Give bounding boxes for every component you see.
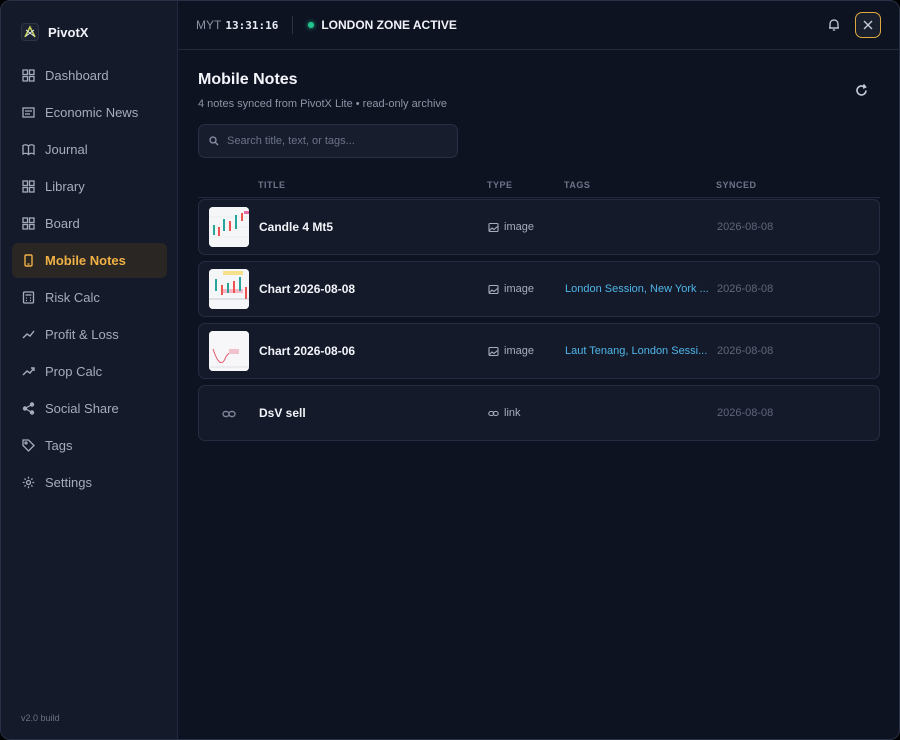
note-type-label: link: [504, 407, 521, 419]
note-synced-date: 2026-08-08: [717, 283, 774, 295]
note-tags: Laut Tenang, London Sessi...: [565, 345, 708, 357]
sidebar: PivotX Dashboard Economic News Journal L…: [1, 1, 178, 739]
sidebar-item-label: Economic News: [45, 105, 139, 120]
sidebar-item-label: Mobile Notes: [45, 253, 126, 268]
image-icon: [488, 284, 499, 294]
sidebar-item-library[interactable]: Library: [12, 169, 167, 204]
note-tags: London Session, New York ...: [565, 283, 709, 295]
timezone-label: MYT: [196, 18, 222, 32]
sidebar-item-prop-calc[interactable]: Prop Calc: [12, 354, 167, 389]
sidebar-item-label: Social Share: [45, 401, 119, 416]
column-header-type[interactable]: TYPE: [487, 180, 513, 190]
brand-name: PivotX: [48, 24, 89, 40]
search-icon: [209, 136, 219, 146]
page-subtitle: 4 notes synced from PivotX Lite • read-o…: [198, 98, 448, 110]
note-type: link: [488, 407, 521, 419]
column-header-synced[interactable]: SYNCED: [716, 180, 757, 190]
column-header-title[interactable]: TITLE: [258, 180, 286, 190]
note-title: DsV sell: [259, 406, 306, 420]
close-icon: [863, 20, 873, 30]
library-icon: [22, 180, 35, 193]
search-box[interactable]: [198, 124, 458, 158]
mobile-icon: [24, 254, 33, 267]
table-row[interactable]: DsV sell link 2026-08-08: [198, 385, 880, 441]
trend-up-icon: [22, 367, 35, 376]
sidebar-item-label: Board: [45, 216, 80, 231]
sidebar-item-label: Library: [45, 179, 85, 194]
note-type-label: image: [504, 221, 534, 233]
brand[interactable]: PivotX: [21, 23, 88, 41]
gear-icon: [22, 476, 35, 489]
trend-icon: [22, 330, 35, 339]
clock: MYT 13:31:16: [196, 18, 278, 32]
sidebar-item-risk-calc[interactable]: Risk Calc: [12, 280, 167, 315]
table-row[interactable]: Chart 2026-08-08 image London Session, N…: [198, 261, 880, 317]
clock-time: 13:31:16: [225, 19, 279, 32]
note-synced-date: 2026-08-08: [717, 407, 774, 419]
image-icon: [488, 346, 499, 356]
sidebar-item-dashboard[interactable]: Dashboard: [12, 58, 167, 93]
bell-icon[interactable]: [827, 18, 841, 32]
sidebar-item-mobile-notes[interactable]: Mobile Notes: [12, 243, 167, 278]
sidebar-item-settings[interactable]: Settings: [12, 465, 167, 500]
page-title: Mobile Notes: [198, 71, 298, 88]
version-label: v2.0 build: [21, 713, 60, 723]
dashboard-icon: [22, 69, 35, 82]
share-icon: [22, 402, 35, 415]
session-status: LONDON ZONE ACTIVE: [308, 18, 457, 32]
note-type-label: image: [504, 283, 534, 295]
note-title: Chart 2026-08-06: [259, 344, 356, 358]
sidebar-item-label: Prop Calc: [45, 364, 103, 379]
top-bar: MYT 13:31:16 LONDON ZONE ACTIVE: [178, 1, 899, 50]
divider: [292, 16, 294, 34]
note-title: Chart 2026-08-08: [259, 282, 356, 296]
board-icon: [22, 217, 35, 230]
note-type: image: [488, 345, 534, 357]
sidebar-item-economic-news[interactable]: Economic News: [12, 95, 167, 130]
table-header: TITLE TYPE TAGS SYNCED: [198, 176, 880, 198]
tag-icon: [22, 439, 35, 452]
note-thumbnail: [209, 207, 249, 247]
refresh-icon[interactable]: [854, 83, 869, 98]
link-icon: [222, 410, 236, 418]
sidebar-item-label: Dashboard: [45, 68, 109, 83]
note-synced-date: 2026-08-08: [717, 221, 774, 233]
sidebar-item-profit-loss[interactable]: Profit & Loss: [12, 317, 167, 352]
sidebar-item-label: Tags: [45, 438, 73, 453]
calculator-icon: [22, 291, 35, 304]
sidebar-item-label: Journal: [45, 142, 88, 157]
main-content: Mobile Notes 4 notes synced from PivotX …: [178, 50, 899, 739]
news-icon: [22, 107, 35, 118]
note-thumbnail: [209, 269, 249, 309]
sidebar-item-journal[interactable]: Journal: [12, 132, 167, 167]
note-thumbnail: [209, 331, 249, 371]
notes-list: Candle 4 Mt5 image 2026-08-08 Chart 2026…: [198, 199, 880, 447]
image-icon: [488, 222, 499, 232]
journal-icon: [22, 144, 35, 156]
sidebar-item-social-share[interactable]: Social Share: [12, 391, 167, 426]
search-input[interactable]: [227, 135, 447, 147]
link-icon: [488, 410, 499, 416]
sidebar-item-label: Profit & Loss: [45, 327, 119, 342]
note-type: image: [488, 283, 534, 295]
status-dot-icon: [308, 22, 315, 28]
brand-logo-icon: [21, 23, 39, 41]
note-synced-date: 2026-08-08: [717, 345, 774, 357]
app-window: PivotX Dashboard Economic News Journal L…: [0, 0, 900, 740]
note-type: image: [488, 221, 534, 233]
table-row[interactable]: Candle 4 Mt5 image 2026-08-08: [198, 199, 880, 255]
sidebar-item-board[interactable]: Board: [12, 206, 167, 241]
note-type-label: image: [504, 345, 534, 357]
sidebar-item-label: Risk Calc: [45, 290, 100, 305]
sidebar-item-label: Settings: [45, 475, 92, 490]
note-title: Candle 4 Mt5: [259, 220, 334, 234]
sidebar-item-tags[interactable]: Tags: [12, 428, 167, 463]
column-header-tags[interactable]: TAGS: [564, 180, 590, 190]
sidebar-nav: Dashboard Economic News Journal Library …: [12, 58, 167, 502]
table-row[interactable]: Chart 2026-08-06 image Laut Tenang, Lond…: [198, 323, 880, 379]
close-button[interactable]: [855, 12, 881, 38]
session-label: LONDON ZONE ACTIVE: [321, 18, 457, 32]
